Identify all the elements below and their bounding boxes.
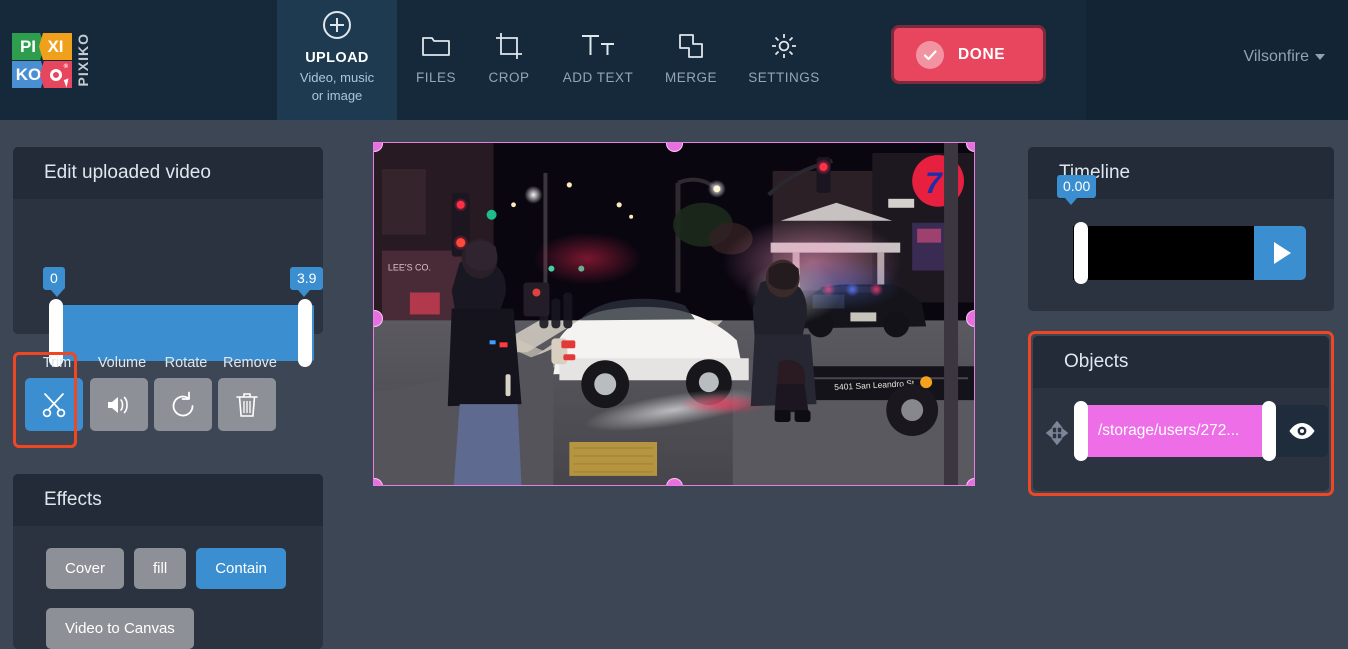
speaker-icon <box>108 396 128 413</box>
app-header: PI XI KO ® PIXIKO UPLOAD Video, music or… <box>0 0 1348 120</box>
logo-ring-icon <box>50 68 62 81</box>
clip-tool-label-volume: Volume <box>97 355 147 371</box>
rotate-left-icon <box>172 391 194 416</box>
toolbar-label-crop: CROP <box>488 70 530 85</box>
text-size-icon <box>553 28 643 64</box>
toolbar-label-merge: MERGE <box>664 70 717 85</box>
timeline-card: Timeline 0.00 <box>1028 147 1334 311</box>
toolbar-item-settings[interactable]: SETTINGS <box>739 28 829 85</box>
remove-button[interactable] <box>218 378 276 431</box>
objects-highlight-box <box>1028 331 1334 496</box>
upload-label: UPLOAD <box>305 50 369 66</box>
check-circle-icon <box>916 40 944 69</box>
upload-sublabel: Video, music or image <box>299 70 375 103</box>
fit-mode-cover[interactable]: Cover <box>46 548 125 589</box>
toolbar-item-crop[interactable]: CROP <box>464 28 554 85</box>
svg-text:LEE'S CO.: LEE'S CO. <box>388 263 431 273</box>
timeline-body[interactable]: 0.00 <box>1028 175 1334 311</box>
play-icon <box>1273 242 1291 264</box>
effects-card: Effects Cover fill Contain Video to Canv… <box>13 474 323 649</box>
trash-icon <box>236 392 258 417</box>
trim-range-slider[interactable]: 0 3.9 <box>13 199 324 367</box>
trim-highlight-box <box>13 352 77 448</box>
toolbar-item-upload[interactable]: UPLOAD Video, music or image <box>277 0 397 120</box>
chevron-down-icon <box>1315 54 1325 60</box>
trim-end-tooltip: 3.9 <box>290 267 324 297</box>
trim-start-tooltip: 0 <box>43 267 65 297</box>
fit-mode-group: Cover fill Contain <box>13 526 323 589</box>
gear-icon <box>739 28 829 64</box>
done-button[interactable]: DONE <box>891 25 1046 84</box>
user-menu[interactable]: Vilsonfire <box>1243 48 1325 66</box>
video-preview-canvas[interactable]: LEE'S CO. 7 5401 San Leandro St. <box>373 142 975 486</box>
clip-tool-label-remove: Remove <box>223 355 277 371</box>
clip-tool-volume[interactable]: Volume <box>90 355 154 431</box>
merge-shapes-icon <box>646 28 736 64</box>
toolbar-item-merge[interactable]: MERGE <box>646 28 736 85</box>
logo-cell-o-cursor: ® <box>40 61 72 88</box>
timeline-playhead-handle[interactable] <box>1074 222 1088 284</box>
cursor-arrow-icon <box>63 78 72 88</box>
logo-cell-xi: XI <box>39 33 72 60</box>
edit-uploaded-video-card: Edit uploaded video 0 3.9 <box>13 147 324 367</box>
video-frame: LEE'S CO. 7 5401 San Leandro St. <box>374 143 974 485</box>
logo-wordmark: PIXIKO <box>75 33 91 87</box>
done-button-label: DONE <box>958 45 1006 63</box>
logo-mark: PI XI KO ® <box>12 33 72 89</box>
effects-card-title: Effects <box>13 474 323 526</box>
edit-card-title: Edit uploaded video <box>13 147 323 199</box>
toolbar-item-add-text[interactable]: ADD TEXT <box>553 28 643 85</box>
rotate-button[interactable] <box>154 378 212 431</box>
plus-circle-icon <box>323 11 351 39</box>
clip-tool-remove[interactable]: Remove <box>218 355 282 431</box>
fit-mode-contain[interactable]: Contain <box>196 548 286 589</box>
user-menu-label: Vilsonfire <box>1243 48 1309 65</box>
clip-tool-rotate[interactable]: Rotate <box>154 355 218 431</box>
fit-mode-fill[interactable]: fill <box>134 548 187 589</box>
registered-mark: ® <box>63 64 68 70</box>
toolbar-label-settings: SETTINGS <box>748 70 820 85</box>
toolbar-label-add-text: ADD TEXT <box>562 70 634 85</box>
play-button[interactable] <box>1254 226 1306 280</box>
svg-text:7: 7 <box>925 167 943 200</box>
timeline-playhead-tooltip: 0.00 <box>1057 175 1097 205</box>
timeline-track[interactable] <box>1073 226 1254 280</box>
crop-icon <box>464 28 554 64</box>
trim-range-fill <box>49 305 314 361</box>
clip-tool-label-rotate: Rotate <box>164 355 208 371</box>
pixiko-logo[interactable]: PI XI KO ® PIXIKO <box>12 33 94 89</box>
volume-button[interactable] <box>90 378 148 431</box>
